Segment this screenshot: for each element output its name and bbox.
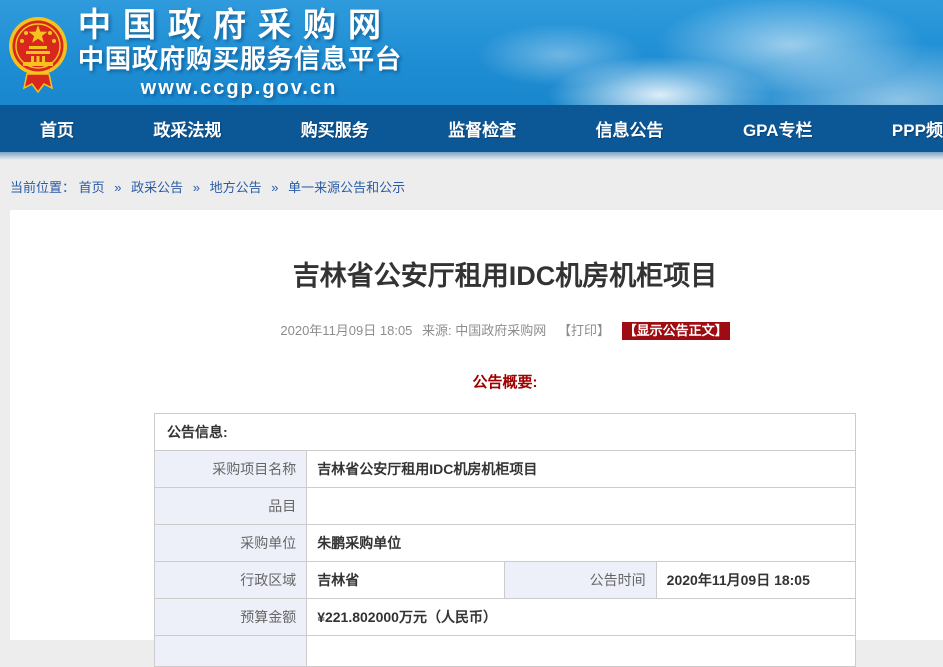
table-section-row: 公告信息: [155, 414, 856, 451]
breadcrumb-single-source[interactable]: 单一来源公告和公示 [288, 180, 405, 195]
breadcrumb-procurement-notices[interactable]: 政采公告 [131, 180, 183, 195]
article-meta: 2020年11月09日 18:05 来源: 中国政府采购网 【打印】 【显示公告… [10, 322, 943, 339]
site-subtitle: 中国政府购买服务信息平台 [78, 44, 402, 75]
article-source-label: 来源: [422, 323, 452, 338]
article-title: 吉林省公安厅租用IDC机房机柜项目 [10, 260, 943, 292]
article-datetime: 2020年11月09日 18:05 [280, 323, 412, 338]
category-label: 品目 [155, 488, 307, 525]
nav-item-announcements[interactable]: 信息公告 [596, 116, 664, 141]
site-brand[interactable]: 中国政府采购网 中国政府购买服务信息平台 www.ccgp.gov.cn [8, 6, 402, 102]
show-notice-button[interactable]: 【显示公告正文】 [622, 322, 730, 340]
nav-item-ppp[interactable]: PPP频道 [892, 116, 943, 141]
article-source: 中国政府采购网 [455, 323, 546, 338]
announcement-table: 公告信息: 采购项目名称 吉林省公安厅租用IDC机房机柜项目 品目 采购单位 朱… [154, 413, 856, 667]
site-header: 中国政府采购网 中国政府购买服务信息平台 www.ccgp.gov.cn [0, 0, 943, 105]
summary-heading: 公告概要: [10, 371, 943, 392]
national-emblem-icon [8, 10, 68, 102]
budget-value: ¥221.802000万元（人民币） [307, 599, 856, 636]
table-row: 采购项目名称 吉林省公安厅租用IDC机房机柜项目 [155, 451, 856, 488]
breadcrumb-separator: » [193, 180, 200, 195]
nav-bottom-gradient [0, 152, 943, 160]
purchaser-label: 采购单位 [155, 525, 307, 562]
table-row: 行政区域 吉林省 公告时间 2020年11月09日 18:05 [155, 562, 856, 599]
breadcrumb-separator: » [114, 180, 121, 195]
purchaser-value: 朱鹏采购单位 [307, 525, 856, 562]
nav-item-supervision[interactable]: 监督检查 [448, 116, 516, 141]
region-label: 行政区域 [155, 562, 307, 599]
nav-item-regulations[interactable]: 政采法规 [153, 116, 221, 141]
region-value: 吉林省 [307, 562, 505, 599]
nav-item-gpa[interactable]: GPA专栏 [743, 116, 813, 141]
breadcrumb-separator: » [271, 180, 278, 195]
main-nav: 首页 政采法规 购买服务 监督检查 信息公告 GPA专栏 PPP频道 [0, 105, 943, 152]
table-row: 品目 [155, 488, 856, 525]
breadcrumb-home[interactable]: 首页 [79, 180, 105, 195]
section-title-cell: 公告信息: [155, 414, 856, 451]
next-row-value-cell [307, 636, 856, 667]
site-url: www.ccgp.gov.cn [78, 75, 400, 101]
table-row-partial [155, 636, 856, 667]
breadcrumb-local-notices[interactable]: 地方公告 [210, 180, 262, 195]
budget-label: 预算金额 [155, 599, 307, 636]
nav-item-home[interactable]: 首页 [40, 116, 74, 141]
site-title: 中国政府采购网 [78, 6, 402, 44]
content-card: 吉林省公安厅租用IDC机房机柜项目 2020年11月09日 18:05 来源: … [10, 210, 943, 640]
breadcrumb-prefix: 当前位置： [10, 180, 75, 195]
table-row: 预算金额 ¥221.802000万元（人民币） [155, 599, 856, 636]
project-name-value: 吉林省公安厅租用IDC机房机柜项目 [307, 451, 856, 488]
breadcrumb: 当前位置： 首页 » 政采公告 » 地方公告 » 单一来源公告和公示 [0, 160, 943, 207]
print-button[interactable]: 【打印】 [558, 323, 610, 338]
table-row: 采购单位 朱鹏采购单位 [155, 525, 856, 562]
nav-item-purchase-services[interactable]: 购买服务 [301, 116, 369, 141]
category-value [307, 488, 856, 525]
project-name-label: 采购项目名称 [155, 451, 307, 488]
announce-time-label: 公告时间 [505, 562, 656, 599]
announce-time-value: 2020年11月09日 18:05 [656, 562, 855, 599]
next-row-label-cell [155, 636, 307, 667]
